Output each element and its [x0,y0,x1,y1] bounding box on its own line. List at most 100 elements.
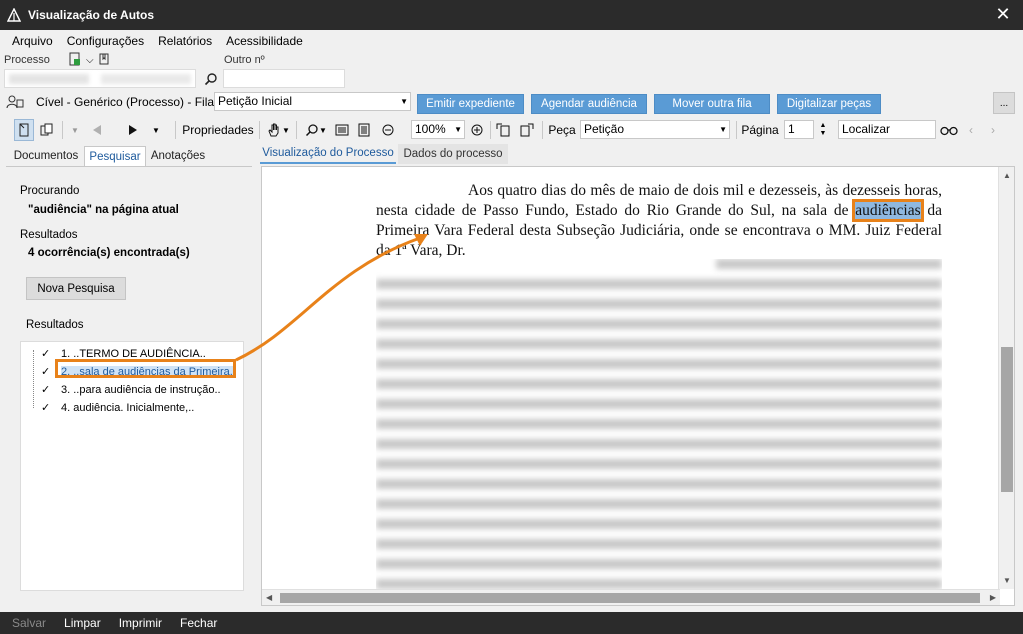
peca-select[interactable]: Petição ▼ [580,120,730,139]
result-text: 3. ..para audiência de instrução.. [61,383,221,396]
forward-dropdown-icon[interactable]: ▼ [150,119,162,141]
viewer-toolbar: ▼ ▼ Propriedades ▼ ▼ 100% ▼ Peça Petição [0,116,1023,144]
fila-label: Cível - Genérico (Processo) - Fila: [36,95,218,109]
dropdown-arrow-icon: ▼ [400,97,408,106]
imprimir-button[interactable]: Imprimir [119,616,162,630]
process-input[interactable] [4,69,196,88]
search-highlight: audiências [852,199,924,222]
results-list: ✓ 1. ..TERMO DE AUDIÊNCIA.. ✓ 2. ..sala … [20,341,244,591]
previous-page-icon[interactable] [88,119,106,141]
localizar-input[interactable]: Localizar [838,120,936,139]
digitalizar-button[interactable]: Digitalizar peças [777,94,881,114]
fila-row: Cível - Genérico (Processo) - Fila: Peti… [0,90,1023,116]
menu-arquivo[interactable]: Arquivo [12,34,53,48]
peca-label: Peça [548,123,576,137]
scroll-up-icon[interactable]: ▲ [1003,171,1011,180]
results-count: 4 ocorrência(s) encontrada(s) [28,247,190,259]
process-label: Processo [4,54,50,66]
scroll-right-icon[interactable]: ▶ [990,593,996,602]
tab-documentos[interactable]: Documentos [8,146,84,166]
nova-pesquisa-button[interactable]: Nova Pesquisa [26,277,126,300]
fit-width-icon[interactable] [334,119,350,141]
emitir-expediente-button[interactable]: Emitir expediente [417,94,524,114]
scroll-thumb[interactable] [1001,347,1013,492]
queue-icon [6,94,24,110]
resultados-label: Resultados [20,229,78,241]
menu-relatorios[interactable]: Relatórios [158,34,212,48]
propriedades-button[interactable]: Propriedades [181,119,255,141]
close-icon[interactable]: ✕ [993,4,1013,24]
window-title: Visualização de Autos [28,8,155,22]
horizontal-scrollbar[interactable]: ◀ ▶ [262,589,1000,605]
result-text: 4. audiência. Inicialmente,.. [61,401,195,414]
find-next-icon[interactable]: › [986,119,1000,141]
redacted-value [9,74,89,84]
tab-anotacoes[interactable]: Anotações [146,146,210,166]
copy-tool-icon[interactable] [38,119,56,141]
left-tabs: Documentos Pesquisar Anotações [6,144,252,166]
fila-selected: Petição Inicial [218,94,293,108]
next-page-icon[interactable] [124,119,142,141]
check-icon: ✓ [41,348,51,360]
zoom-tool-icon[interactable]: ▼ [302,119,330,141]
search-icon[interactable] [202,70,220,88]
tab-pesquisar[interactable]: Pesquisar [84,146,146,166]
redacted-value [101,74,191,84]
new-document-icon[interactable] [68,52,82,69]
vertical-scrollbar[interactable]: ▲ ▼ [998,167,1014,589]
procurando-label: Procurando [20,185,80,197]
rotate-left-icon[interactable] [494,119,512,141]
history-dropdown-icon[interactable]: ▼ [68,119,82,141]
bookmark-icon[interactable] [98,53,110,68]
document-area: Visualização do Processo Dados do proces… [258,144,1017,606]
find-previous-icon[interactable]: ‹ [964,119,978,141]
document-viewer[interactable]: Aos quatro dias do mês de maio de dois m… [261,166,1015,606]
page-stepper[interactable]: ▲ ▼ [816,119,830,141]
check-icon: ✓ [41,366,51,378]
list-item[interactable]: ✓ 3. ..para audiência de instrução.. [27,381,221,398]
process-tools: ⌵ [68,52,110,69]
tab-visualizacao[interactable]: Visualização do Processo [260,144,396,164]
scroll-down-icon[interactable]: ▼ [1003,576,1011,585]
procurando-value: "audiência" na página atual [28,204,179,216]
zoom-select[interactable]: 100% ▼ [411,120,465,139]
binoculars-icon[interactable] [939,119,959,141]
more-button[interactable]: ... [993,92,1015,114]
search-panel: Procurando "audiência" na página atual R… [6,166,252,606]
check-icon: ✓ [41,402,51,414]
chevron-down-icon[interactable]: ⌵ [86,55,94,66]
scroll-left-icon[interactable]: ◀ [266,593,272,602]
fit-page-icon[interactable] [356,119,372,141]
document-tabs: Visualização do Processo Dados do proces… [258,144,1017,166]
pagina-input[interactable]: 1 [784,120,814,139]
hand-tool-icon[interactable]: ▼ [264,119,292,141]
dropdown-arrow-icon: ▼ [719,125,727,134]
menu-bar: Arquivo Configurações Relatórios Acessib… [0,30,1023,52]
tab-dados-processo[interactable]: Dados do processo [398,144,508,164]
agendar-audiencia-button[interactable]: Agendar audiência [531,94,647,114]
select-tool-icon[interactable] [14,119,34,141]
list-item[interactable]: ✓ 4. audiência. Inicialmente,.. [27,399,194,416]
outro-input[interactable] [223,69,345,88]
result-text: 1. ..TERMO DE AUDIÊNCIA.. [61,347,206,360]
limpar-button[interactable]: Limpar [64,616,101,630]
fechar-button[interactable]: Fechar [180,616,217,630]
zoom-in-icon[interactable] [469,119,485,141]
pagina-label: Página [741,123,779,137]
peca-value: Petição [584,122,625,136]
scroll-thumb[interactable] [280,593,980,603]
rotate-right-icon[interactable] [518,119,536,141]
salvar-button[interactable]: Salvar [12,616,46,630]
document-page: Aos quatro dias do mês de maio de dois m… [376,181,942,261]
annotation-box [55,359,236,378]
menu-configuracoes[interactable]: Configurações [67,34,144,48]
title-bar: Visualização de Autos ✕ [0,0,1023,30]
app-icon [6,7,22,23]
results-list-label: Resultados [26,319,84,331]
fila-select[interactable]: Petição Inicial ▼ [214,92,411,111]
outro-label: Outro nº [224,54,265,66]
mover-fila-button[interactable]: Mover outra fila [654,94,770,114]
menu-acessibilidade[interactable]: Acessibilidade [226,34,303,48]
bottom-bar: Salvar Limpar Imprimir Fechar [0,612,1023,634]
zoom-out-icon[interactable] [380,119,396,141]
